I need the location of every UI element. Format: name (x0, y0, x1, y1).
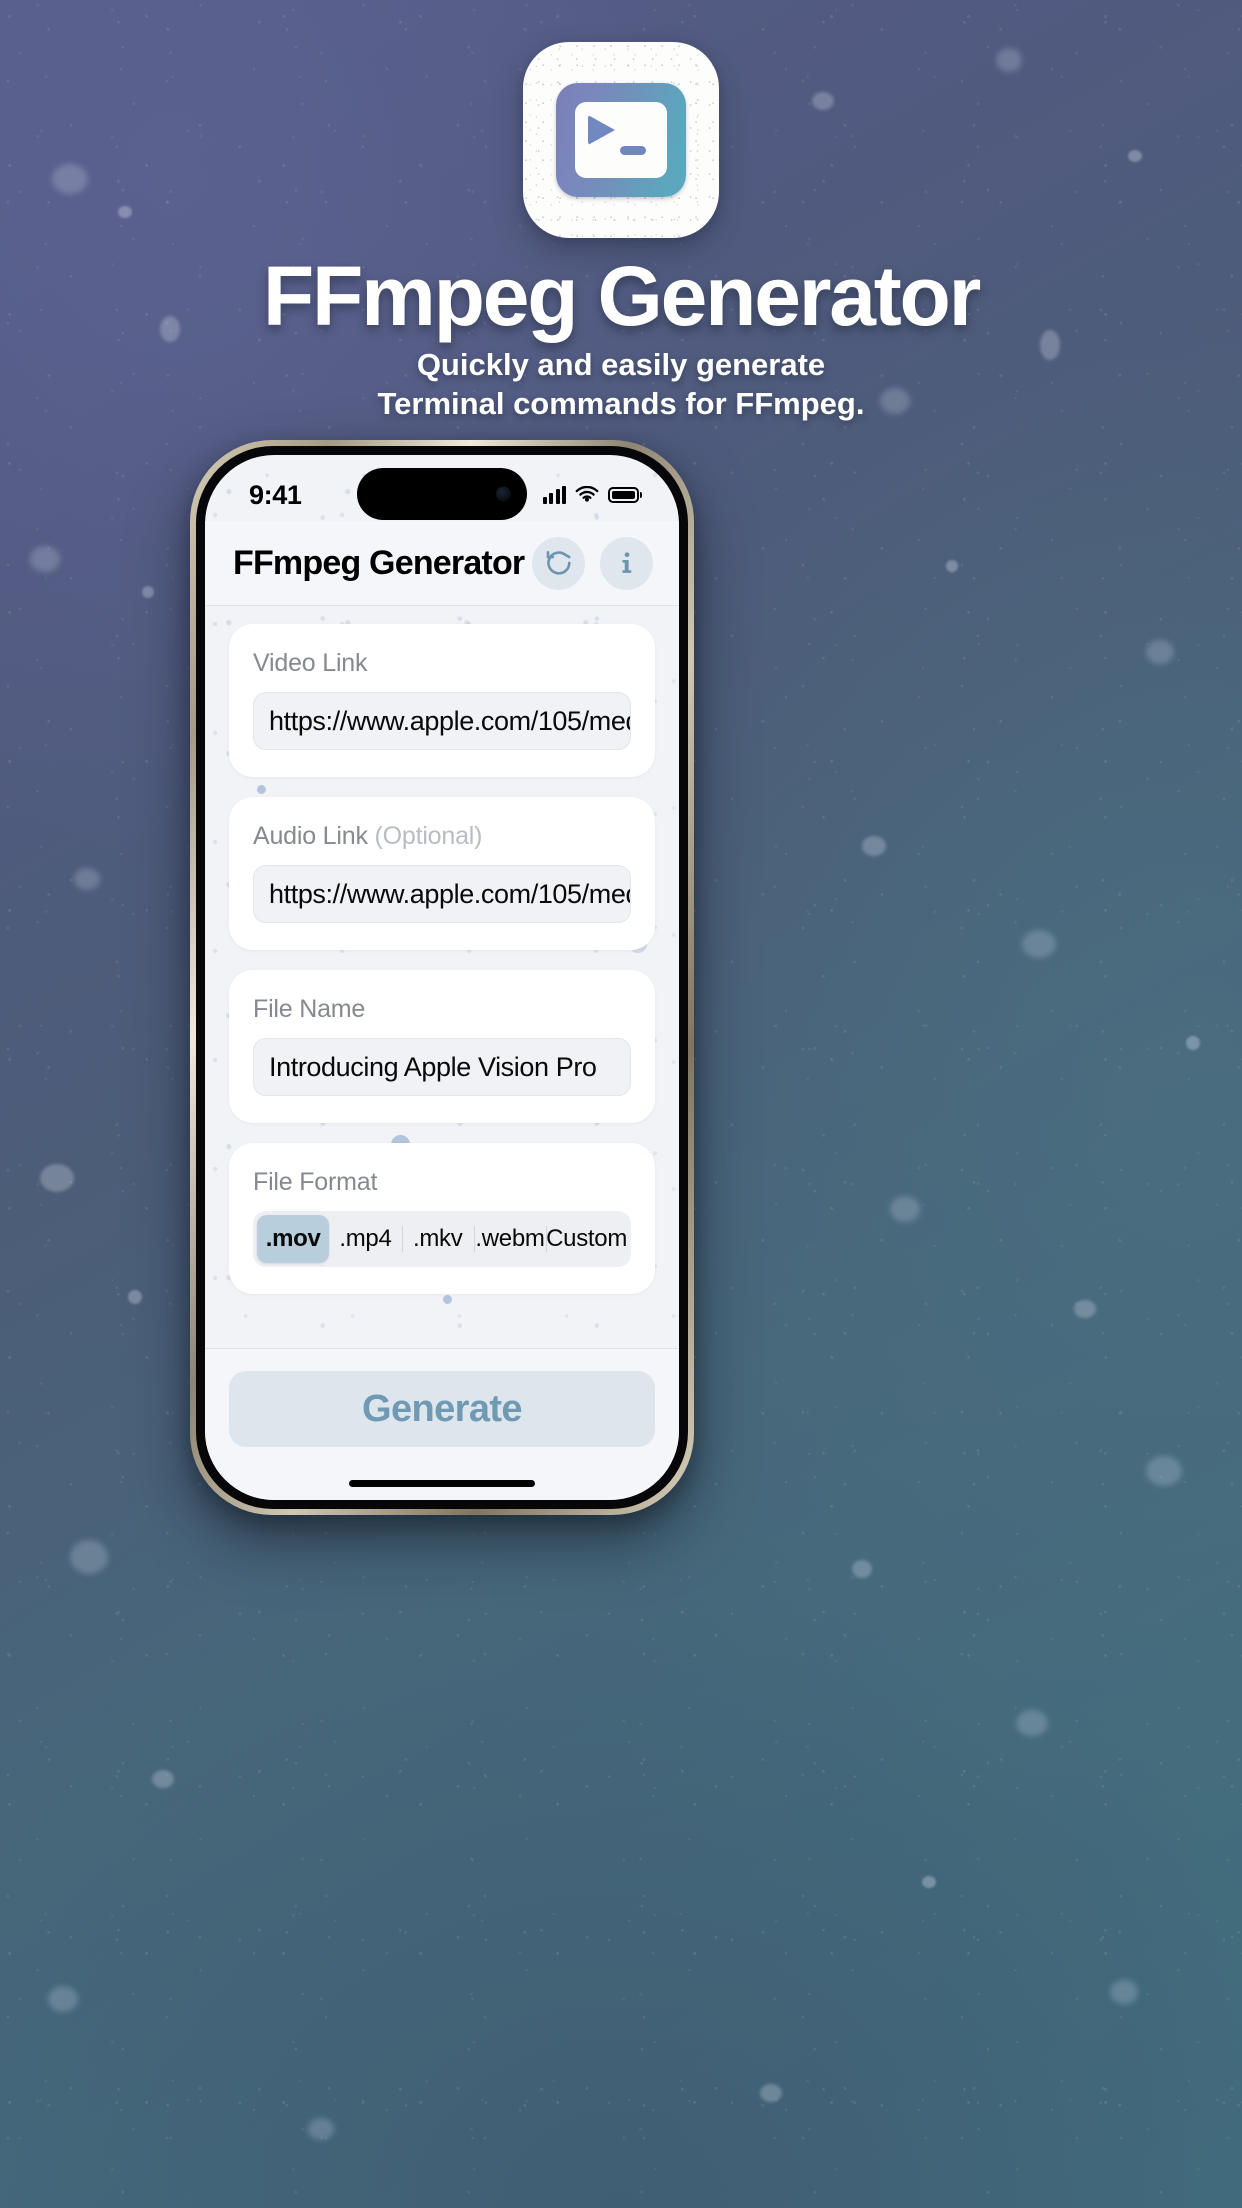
audio-link-card: Audio Link (Optional) https://www.apple.… (229, 797, 655, 950)
bg-blob (74, 868, 100, 890)
bg-blob (308, 2118, 334, 2140)
bg-blob (52, 164, 88, 194)
terminal-window-icon (556, 83, 686, 197)
dynamic-island (357, 468, 527, 520)
home-indicator[interactable] (349, 1480, 535, 1487)
app-header: FFmpeg Generator (205, 521, 679, 606)
hero-subtitle-line-2: Terminal commands for FFmpeg. (377, 386, 865, 422)
bg-blob (1146, 1456, 1182, 1486)
audio-link-label-text: Audio Link (253, 822, 368, 850)
wifi-icon (575, 486, 599, 502)
status-bar-time: 9:41 (249, 479, 302, 510)
footer-bar: Generate (205, 1348, 679, 1500)
bg-blob (862, 836, 886, 856)
dash-icon (620, 146, 646, 155)
app-icon (523, 42, 719, 238)
device-screen: 9:41 FFmpeg Generator Video Link https:/… (205, 455, 679, 1500)
video-link-label: Video Link (253, 649, 368, 677)
file-format-label: File Format (253, 1168, 378, 1196)
bg-blob (118, 206, 132, 218)
audio-link-label: Audio Link (Optional) (253, 822, 631, 851)
status-bar: 9:41 (205, 455, 679, 521)
bg-blob (1022, 930, 1056, 958)
page-title: FFmpeg Generator (233, 543, 525, 582)
reset-button[interactable] (532, 536, 585, 590)
file-format-segmented-control[interactable]: .mov .mp4 .mkv .webm Custom (253, 1211, 631, 1267)
bg-blob (760, 2084, 782, 2102)
bg-blob (812, 92, 834, 110)
bg-blob (1110, 1980, 1138, 2004)
bg-blob (48, 1986, 78, 2012)
bg-blob (890, 1196, 920, 1222)
generate-button[interactable]: Generate (229, 1371, 655, 1447)
file-format-option-mkv[interactable]: .mkv (401, 1215, 474, 1263)
bg-blob (1128, 150, 1142, 162)
bg-blob (946, 560, 958, 572)
file-format-option-mp4[interactable]: .mp4 (329, 1215, 401, 1263)
hero-subtitle-line-1: Quickly and easily generate (416, 347, 826, 382)
file-format-card: File Format .mov .mp4 .mkv .webm Custom (229, 1143, 655, 1294)
bg-blob (1074, 1300, 1096, 1318)
signal-bars-icon (542, 486, 566, 504)
reset-arrow-icon (546, 550, 571, 575)
hero-title: FFmpeg Generator (262, 249, 981, 343)
bg-blob (1016, 1710, 1048, 1736)
bg-blob (152, 1770, 174, 1788)
bg-blob (30, 546, 60, 572)
file-name-input[interactable]: Introducing Apple Vision Pro (253, 1038, 631, 1096)
battery-full-icon (608, 487, 639, 503)
video-link-card: Video Link https://www.apple.com/105/med… (229, 624, 655, 777)
hero-subtitle: Quickly and easily generate Terminal com… (0, 345, 1242, 424)
file-format-option-mov[interactable]: .mov (257, 1215, 330, 1263)
device-bezel: 9:41 FFmpeg Generator Video Link https:/… (196, 446, 688, 1509)
bg-blob (40, 1164, 74, 1192)
file-format-option-custom[interactable]: Custom (546, 1215, 627, 1263)
form-content: Video Link https://www.apple.com/105/med… (205, 606, 679, 1348)
file-name-card: File Name Introducing Apple Vision Pro (229, 970, 655, 1123)
video-link-input[interactable]: https://www.apple.com/105/media/u... (253, 692, 631, 750)
play-triangle-icon (588, 115, 615, 145)
header-actions (532, 536, 653, 590)
bg-blob (852, 1560, 872, 1578)
bg-blob (922, 1876, 936, 1888)
bg-blob (996, 48, 1022, 72)
bg-blob (1146, 640, 1174, 664)
bg-blob (128, 1290, 142, 1304)
bg-blob (70, 1540, 108, 1574)
bg-blob (1186, 1036, 1200, 1050)
info-icon (622, 552, 631, 573)
bg-blob (142, 586, 154, 598)
audio-link-input[interactable]: https://www.apple.com/105/media/u... (253, 865, 631, 923)
terminal-screen (575, 102, 667, 178)
iphone-device-frame: 9:41 FFmpeg Generator Video Link https:/… (190, 440, 694, 1515)
audio-link-optional-tag: (Optional) (374, 822, 483, 850)
file-format-option-webm[interactable]: .webm (473, 1215, 546, 1263)
promo-screenshot: FFmpeg Generator Quickly and easily gene… (0, 0, 1242, 2208)
file-name-label: File Name (253, 995, 366, 1023)
status-bar-indicators (542, 486, 639, 504)
info-button[interactable] (600, 536, 653, 590)
